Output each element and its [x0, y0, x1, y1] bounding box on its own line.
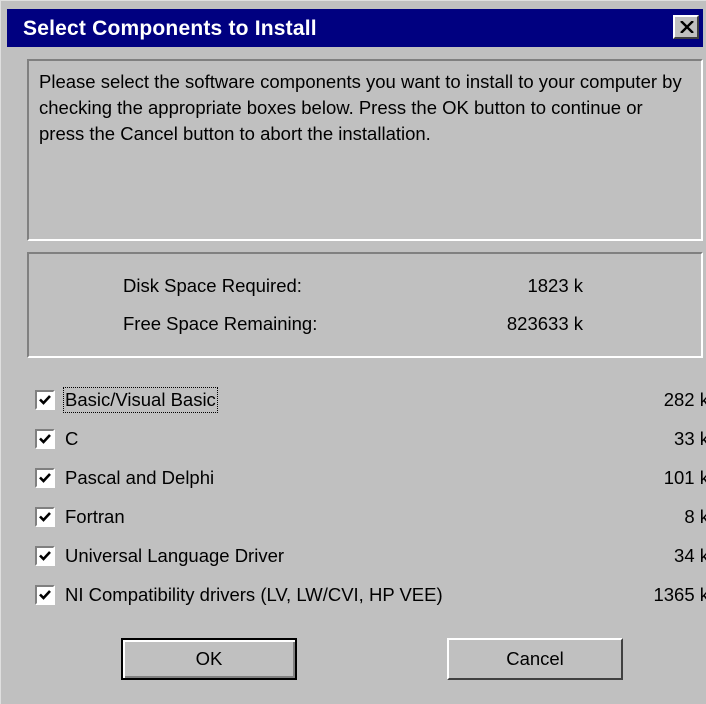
- component-label[interactable]: NI Compatibility drivers (LV, LW/CVI, HP…: [65, 584, 443, 606]
- ok-button[interactable]: OK: [121, 638, 297, 680]
- install-dialog: Select Components to Install Please sele…: [0, 0, 706, 704]
- component-label[interactable]: Pascal and Delphi: [65, 467, 214, 489]
- disk-space-required-label: Disk Space Required:: [123, 275, 302, 296]
- close-button[interactable]: [673, 15, 699, 39]
- checkbox-basic[interactable]: [35, 390, 55, 410]
- component-label[interactable]: Basic/Visual Basic: [63, 387, 218, 413]
- checkmark-icon: [39, 395, 51, 405]
- disk-space-panel: Disk Space Required: 1823 k Free Space R…: [27, 252, 703, 358]
- component-label[interactable]: Universal Language Driver: [65, 545, 284, 567]
- checkbox-universal-driver[interactable]: [35, 546, 55, 566]
- description-text: Please select the software components yo…: [39, 71, 682, 144]
- checkmark-icon: [39, 551, 51, 561]
- checkbox-fortran[interactable]: [35, 507, 55, 527]
- free-space-label: Free Space Remaining:: [123, 313, 318, 334]
- checkbox-pascal[interactable]: [35, 468, 55, 488]
- checkmark-icon: [39, 473, 51, 483]
- component-size: 33 k: [674, 428, 706, 449]
- disk-space-required-value: 1823 k: [527, 275, 583, 296]
- dialog-title: Select Components to Install: [23, 17, 317, 40]
- component-size: 8 k: [684, 506, 706, 527]
- component-universal-driver[interactable]: Universal Language Driver 34 k: [35, 543, 706, 571]
- checkmark-icon: [39, 434, 51, 444]
- component-basic[interactable]: Basic/Visual Basic 282 k: [35, 387, 706, 415]
- component-c[interactable]: C 33 k: [35, 426, 706, 454]
- description-panel: Please select the software components yo…: [27, 59, 703, 241]
- component-size: 282 k: [663, 389, 706, 410]
- component-size: 101 k: [663, 467, 706, 488]
- checkbox-c[interactable]: [35, 429, 55, 449]
- title-bar[interactable]: Select Components to Install: [7, 9, 703, 47]
- component-label[interactable]: C: [65, 428, 78, 450]
- checkbox-ni-drivers[interactable]: [35, 585, 55, 605]
- free-space-value: 823633 k: [506, 313, 583, 334]
- component-size: 34 k: [674, 545, 706, 566]
- checkmark-icon: [39, 590, 51, 600]
- checkmark-icon: [39, 512, 51, 522]
- cancel-button[interactable]: Cancel: [447, 638, 623, 680]
- component-fortran[interactable]: Fortran 8 k: [35, 504, 706, 532]
- component-pascal[interactable]: Pascal and Delphi 101 k: [35, 465, 706, 493]
- component-size: 1365 k: [653, 584, 706, 605]
- component-label[interactable]: Fortran: [65, 506, 125, 528]
- close-icon: [680, 21, 694, 33]
- component-ni-drivers[interactable]: NI Compatibility drivers (LV, LW/CVI, HP…: [35, 582, 706, 610]
